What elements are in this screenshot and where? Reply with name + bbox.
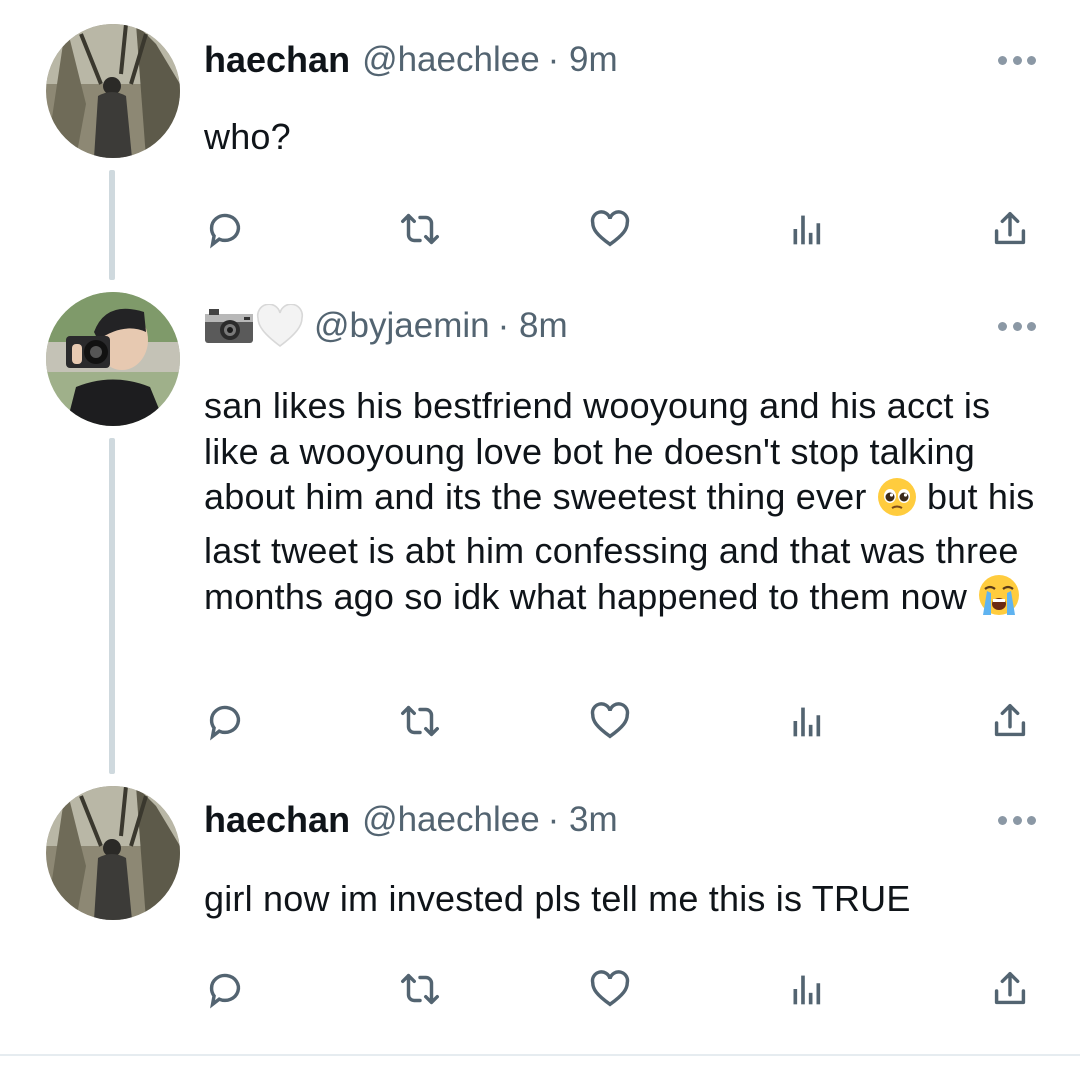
display-name[interactable]: haechan bbox=[204, 39, 350, 81]
share-icon[interactable] bbox=[985, 204, 1035, 254]
action-bar bbox=[200, 964, 1040, 1014]
retweet-icon[interactable] bbox=[395, 964, 445, 1014]
reply-icon[interactable] bbox=[200, 964, 250, 1014]
action-bar bbox=[200, 696, 1040, 746]
tweet-header: haechan @haechlee · 3m bbox=[204, 798, 618, 842]
tweet-text: san likes his bestfriend wooyoung and hi… bbox=[204, 383, 1044, 628]
tweet-header: @byjaemin · 8m bbox=[204, 303, 568, 348]
action-bar bbox=[200, 204, 1040, 254]
display-name[interactable]: haechan bbox=[204, 799, 350, 841]
timestamp[interactable]: · 9m bbox=[548, 40, 618, 80]
reply-icon[interactable] bbox=[200, 696, 250, 746]
tweet-text: girl now im invested pls tell me this is… bbox=[204, 878, 911, 919]
thread-line bbox=[109, 170, 115, 280]
retweet-icon[interactable] bbox=[395, 696, 445, 746]
handle[interactable]: @haechlee bbox=[362, 40, 540, 80]
display-name-icons[interactable] bbox=[204, 303, 304, 348]
pleading-face-emoji bbox=[877, 477, 917, 528]
share-icon[interactable] bbox=[985, 964, 1035, 1014]
timestamp[interactable]: · 8m bbox=[498, 306, 568, 346]
like-icon[interactable] bbox=[585, 964, 635, 1014]
retweet-icon[interactable] bbox=[395, 204, 445, 254]
handle[interactable]: @haechlee bbox=[362, 800, 540, 840]
reply-icon[interactable] bbox=[200, 204, 250, 254]
more-options-icon[interactable] bbox=[998, 54, 1036, 66]
tweet-text-part-1: san likes his bestfriend wooyoung and hi… bbox=[204, 385, 991, 517]
thread-line bbox=[109, 438, 115, 774]
avatar-haechan[interactable] bbox=[46, 24, 180, 158]
tweet-header: haechan @haechlee · 9m bbox=[204, 38, 618, 82]
share-icon[interactable] bbox=[985, 696, 1035, 746]
camera-emoji bbox=[204, 308, 254, 344]
analytics-icon[interactable] bbox=[780, 964, 830, 1014]
analytics-icon[interactable] bbox=[780, 204, 830, 254]
divider bbox=[0, 1054, 1080, 1056]
white-heart-emoji bbox=[256, 303, 304, 348]
analytics-icon[interactable] bbox=[780, 696, 830, 746]
more-options-icon[interactable] bbox=[998, 320, 1036, 332]
tweet-text: who? bbox=[204, 116, 291, 157]
avatar-haechan[interactable] bbox=[46, 786, 180, 920]
handle[interactable]: @byjaemin bbox=[314, 306, 490, 346]
like-icon[interactable] bbox=[585, 696, 635, 746]
loudly-crying-face-emoji bbox=[977, 573, 1021, 628]
timestamp[interactable]: · 3m bbox=[548, 800, 618, 840]
like-icon[interactable] bbox=[585, 204, 635, 254]
more-options-icon[interactable] bbox=[998, 814, 1036, 826]
avatar-byjaemin[interactable] bbox=[46, 292, 180, 426]
